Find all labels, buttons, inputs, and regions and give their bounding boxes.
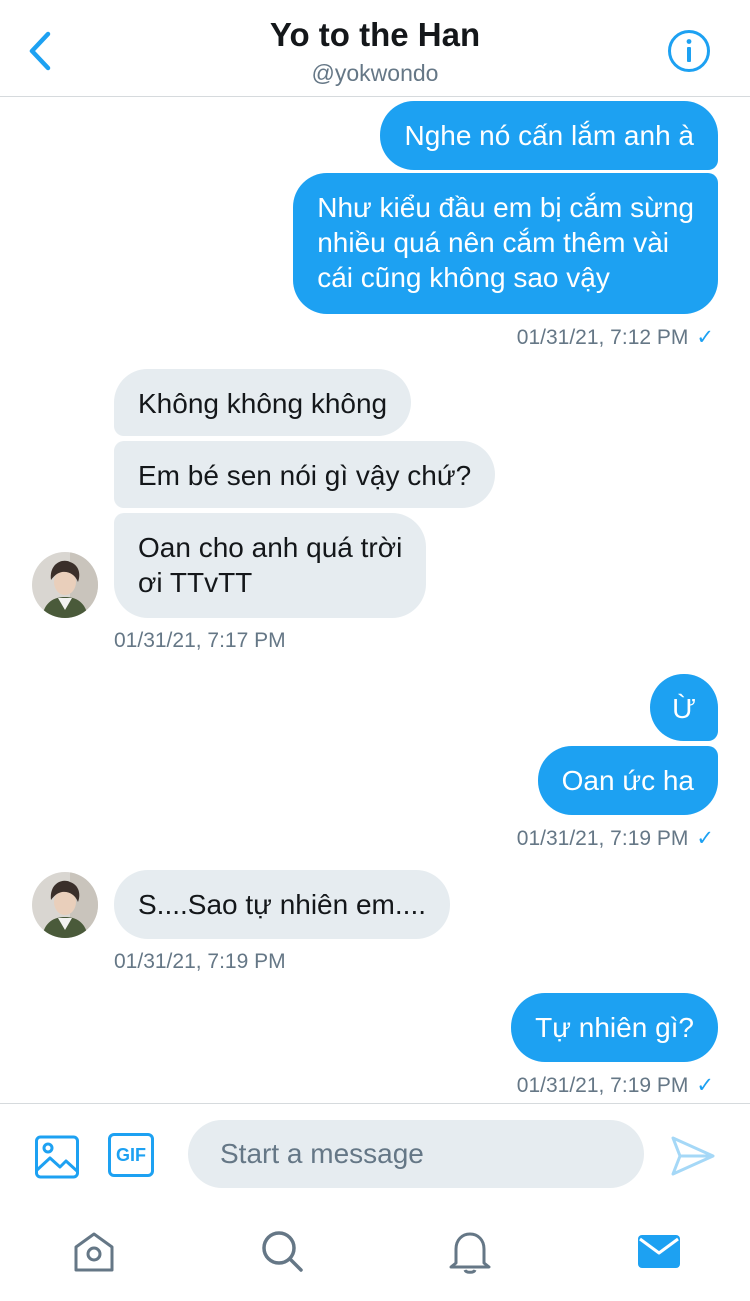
sent-check-icon: ✓ <box>696 326 714 349</box>
message-bubble-incoming: Oan cho anh quá trời ơi TTvTT <box>114 513 427 618</box>
tab-messages[interactable] <box>635 1227 683 1275</box>
message-bubble-incoming: Em bé sen nói gì vậy chứ? <box>114 441 496 508</box>
bell-icon <box>449 1232 491 1274</box>
message-bubble-outgoing: Nghe nó cấn lắm anh à <box>380 101 718 170</box>
message-text: Tự nhiên gì? <box>535 1012 694 1043</box>
message-bubble-incoming: Không không không <box>114 369 412 436</box>
message-bubble-outgoing: Oan ức ha <box>537 746 718 815</box>
sender-avatar[interactable] <box>32 552 98 618</box>
timestamp-text: 01/31/21, 7:19 PM <box>516 1074 689 1097</box>
conversation-title: Yo to the Han <box>269 16 481 53</box>
message-text: Ừ <box>672 693 696 724</box>
message-text: Như kiểu đầu em bị cắm sừng <box>317 192 694 223</box>
info-button[interactable] <box>666 28 712 74</box>
message-text: S....Sao tự nhiên em.... <box>138 889 426 920</box>
sender-avatar[interactable] <box>32 872 98 938</box>
message-timestamp: 01/31/21, 7:19 PM <box>114 950 286 974</box>
add-media-button[interactable] <box>34 1134 80 1180</box>
sent-check-icon: ✓ <box>696 1074 714 1097</box>
tab-home[interactable] <box>70 1227 118 1275</box>
message-text: Nghe nó cấn lắm anh à <box>404 120 694 151</box>
timestamp-text: 01/31/21, 7:17 PM <box>114 629 286 652</box>
message-thread: Nghe nó cấn lắm anh à Như kiểu đầu em bị… <box>0 97 750 1102</box>
message-timestamp: 01/31/21, 7:19 PM ✓ <box>517 1073 714 1098</box>
tab-notifications[interactable] <box>446 1227 494 1275</box>
message-text: Oan ức ha <box>561 765 694 796</box>
message-timestamp: 01/31/21, 7:19 PM ✓ <box>517 826 714 851</box>
message-text: cái cũng không sao vậy <box>317 262 610 293</box>
timestamp-text: 01/31/21, 7:12 PM <box>516 326 689 349</box>
bottom-tab-bar <box>0 1205 750 1301</box>
message-bubble-outgoing: Như kiểu đầu em bị cắm sừng nhiều quá nê… <box>293 173 718 314</box>
message-bubble-incoming: S....Sao tự nhiên em.... <box>114 870 450 939</box>
conversation-handle: @yokwondo <box>311 60 439 86</box>
send-icon <box>671 1136 715 1176</box>
info-icon <box>668 30 710 72</box>
message-bubble-outgoing: Ừ <box>650 674 718 741</box>
message-text: nhiều quá nên cắm thêm vài <box>317 227 669 258</box>
send-button[interactable] <box>670 1134 716 1178</box>
search-icon <box>262 1231 303 1272</box>
message-text: Em bé sen nói gì vậy chứ? <box>138 460 472 491</box>
conversation-header: Yo to the Han @yokwondo <box>0 0 750 97</box>
timestamp-text: 01/31/21, 7:19 PM <box>114 950 286 973</box>
sent-check-icon: ✓ <box>696 827 714 850</box>
message-text: ơi TTvTT <box>138 567 253 598</box>
timestamp-text: 01/31/21, 7:19 PM <box>516 827 689 850</box>
message-timestamp: 01/31/21, 7:12 PM ✓ <box>517 325 714 350</box>
message-text: Không không không <box>138 388 388 419</box>
message-composer: GIF <box>0 1103 750 1206</box>
gif-button[interactable]: GIF <box>108 1133 154 1177</box>
message-bubble-outgoing: Tự nhiên gì? <box>511 993 718 1062</box>
home-icon <box>74 1232 114 1272</box>
tab-search[interactable] <box>258 1227 306 1275</box>
message-text: Oan cho anh quá trời <box>138 532 403 563</box>
message-input[interactable] <box>188 1120 644 1188</box>
mail-icon <box>638 1235 680 1268</box>
image-icon <box>35 1135 79 1179</box>
message-timestamp: 01/31/21, 7:17 PM <box>114 629 286 653</box>
